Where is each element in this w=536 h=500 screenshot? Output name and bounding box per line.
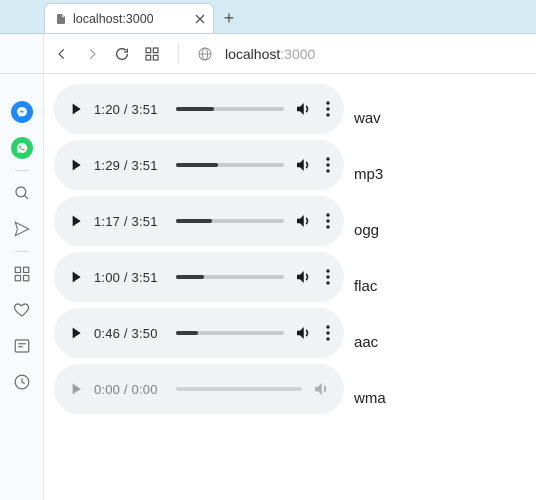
address-port: :3000 xyxy=(280,46,315,62)
time-display: 0:46 / 3:50 xyxy=(94,326,166,341)
play-icon[interactable] xyxy=(68,381,84,397)
time-display: 1:29 / 3:51 xyxy=(94,158,166,173)
seek-bar[interactable] xyxy=(176,163,284,167)
new-tab-button[interactable]: + xyxy=(214,3,244,33)
audio-row: 0:46 / 3:50 aac xyxy=(54,308,536,358)
tab-title: localhost:3000 xyxy=(73,12,154,26)
play-icon[interactable] xyxy=(68,213,84,229)
seek-bar[interactable] xyxy=(176,387,302,391)
close-icon[interactable] xyxy=(195,14,205,24)
audio-row: 1:29 / 3:51 mp3 xyxy=(54,140,536,190)
speed-dial-toolbar-icon[interactable] xyxy=(144,46,160,62)
format-label: flac xyxy=(354,278,377,295)
forward-button[interactable] xyxy=(84,46,100,62)
audio-player[interactable]: 1:17 / 3:51 xyxy=(54,196,344,246)
play-icon[interactable] xyxy=(68,269,84,285)
page-content: 1:20 / 3:51 wav 1:29 / 3:51 mp3 1:17 / 3:51 o… xyxy=(0,74,536,414)
volume-icon[interactable] xyxy=(312,380,330,398)
seek-bar[interactable] xyxy=(176,331,284,335)
toolbar-separator xyxy=(178,44,179,64)
audio-player[interactable]: 1:00 / 3:51 xyxy=(54,252,344,302)
time-display: 1:00 / 3:51 xyxy=(94,270,166,285)
audio-player[interactable]: 0:00 / 0:00 xyxy=(54,364,344,414)
more-icon[interactable] xyxy=(326,269,330,285)
play-icon[interactable] xyxy=(68,325,84,341)
browser-tab[interactable]: localhost:3000 xyxy=(44,3,214,33)
tab-strip: localhost:3000 + xyxy=(0,0,536,34)
format-label: aac xyxy=(354,334,378,351)
volume-icon[interactable] xyxy=(294,156,312,174)
volume-icon[interactable] xyxy=(294,100,312,118)
seek-bar[interactable] xyxy=(176,107,284,111)
more-icon[interactable] xyxy=(326,101,330,117)
format-label: mp3 xyxy=(354,166,383,183)
audio-row: 0:00 / 0:00 wma xyxy=(54,364,536,414)
seek-bar[interactable] xyxy=(176,219,284,223)
more-icon[interactable] xyxy=(326,213,330,229)
address-domain: localhost xyxy=(225,46,280,62)
address-text: localhost:3000 xyxy=(225,46,315,62)
format-label: wma xyxy=(354,390,386,407)
audio-row: 1:00 / 3:51 flac xyxy=(54,252,536,302)
audio-row: 1:20 / 3:51 wav xyxy=(54,84,536,134)
audio-row: 1:17 / 3:51 ogg xyxy=(54,196,536,246)
globe-icon xyxy=(197,46,213,62)
file-icon xyxy=(55,12,67,26)
audio-player[interactable]: 1:29 / 3:51 xyxy=(54,140,344,190)
audio-player[interactable]: 0:46 / 3:50 xyxy=(54,308,344,358)
time-display: 1:17 / 3:51 xyxy=(94,214,166,229)
play-icon[interactable] xyxy=(68,101,84,117)
address-bar[interactable]: localhost:3000 xyxy=(197,46,315,62)
browser-toolbar: localhost:3000 xyxy=(0,34,536,74)
seek-bar[interactable] xyxy=(176,275,284,279)
more-icon[interactable] xyxy=(326,325,330,341)
more-icon[interactable] xyxy=(326,157,330,173)
time-display: 1:20 / 3:51 xyxy=(94,102,166,117)
format-label: wav xyxy=(354,110,381,127)
volume-icon[interactable] xyxy=(294,268,312,286)
audio-player[interactable]: 1:20 / 3:51 xyxy=(54,84,344,134)
time-display: 0:00 / 0:00 xyxy=(94,382,166,397)
back-button[interactable] xyxy=(54,46,70,62)
reload-button[interactable] xyxy=(114,46,130,62)
volume-icon[interactable] xyxy=(294,212,312,230)
format-label: ogg xyxy=(354,222,379,239)
volume-icon[interactable] xyxy=(294,324,312,342)
play-icon[interactable] xyxy=(68,157,84,173)
